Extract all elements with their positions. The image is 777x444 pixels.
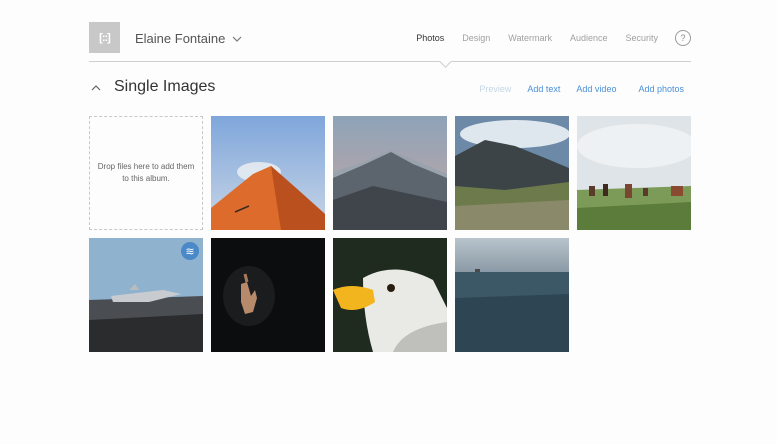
dropzone-text: Drop files here to add them to this albu… bbox=[97, 162, 195, 183]
ocean-photo[interactable] bbox=[455, 238, 569, 352]
user-name: Elaine Fontaine bbox=[135, 31, 226, 46]
user-menu[interactable]: Elaine Fontaine bbox=[135, 31, 242, 46]
desert-dune-photo[interactable] bbox=[211, 116, 325, 230]
preview-button[interactable]: Preview bbox=[479, 84, 511, 94]
main-nav: Photos Design Watermark Audience Securit… bbox=[398, 22, 691, 54]
brand-logo[interactable]: [::] bbox=[89, 22, 120, 53]
dark-hand-image bbox=[211, 238, 325, 352]
header: [::] Elaine Fontaine Photos Design Water… bbox=[89, 22, 691, 62]
help-icon[interactable]: ? bbox=[675, 30, 691, 46]
add-video-button[interactable]: Add video bbox=[576, 84, 616, 94]
mountain-peak-photo[interactable] bbox=[333, 116, 447, 230]
horses-field-image bbox=[577, 116, 691, 230]
add-photos-button[interactable]: Add photos bbox=[638, 84, 684, 94]
header-divider bbox=[89, 61, 691, 62]
chevron-down-icon bbox=[232, 36, 242, 42]
cloudy-ridge-photo[interactable] bbox=[455, 116, 569, 230]
ocean-image bbox=[455, 238, 569, 352]
eagle-image bbox=[333, 238, 447, 352]
dropzone[interactable]: Drop files here to add them to this albu… bbox=[89, 116, 203, 230]
add-text-button[interactable]: Add text bbox=[527, 84, 560, 94]
tab-watermark[interactable]: Watermark bbox=[508, 33, 552, 43]
section-title: Single Images bbox=[114, 78, 216, 95]
tab-design[interactable]: Design bbox=[462, 33, 490, 43]
dark-hand-photo[interactable] bbox=[211, 238, 325, 352]
plane-wreck-photo[interactable]: ≋ bbox=[89, 238, 203, 352]
eagle-photo[interactable] bbox=[333, 238, 447, 352]
tab-security[interactable]: Security bbox=[625, 33, 658, 43]
horses-field-photo[interactable] bbox=[577, 116, 691, 230]
chevron-up-icon[interactable] bbox=[89, 81, 103, 95]
section-header: Single Images Preview Add text Add video… bbox=[89, 76, 691, 100]
cloudy-ridge-image bbox=[455, 116, 569, 230]
tab-audience[interactable]: Audience bbox=[570, 33, 608, 43]
desert-dune-image bbox=[211, 116, 325, 230]
mountain-peak-image bbox=[333, 116, 447, 230]
tab-photos[interactable]: Photos bbox=[416, 33, 444, 43]
sound-wave-icon[interactable]: ≋ bbox=[181, 242, 199, 260]
section-actions: Preview Add text Add video Add photos bbox=[463, 84, 684, 94]
